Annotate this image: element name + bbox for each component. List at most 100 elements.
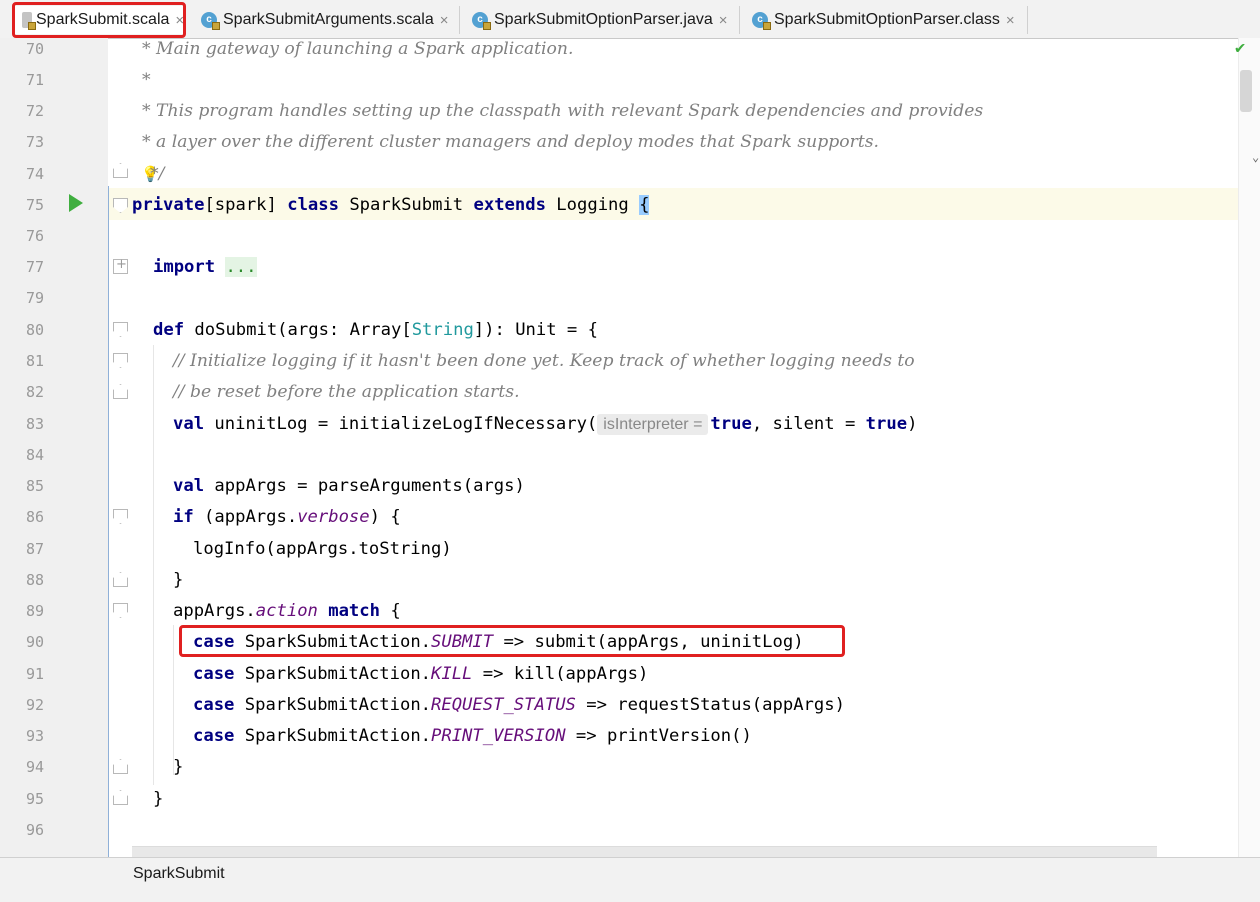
code-text: => printVersion(): [565, 726, 752, 746]
line-number: 73: [25, 133, 44, 151]
breadcrumb[interactable]: SparkSubmit: [133, 865, 225, 883]
line-number: 81: [25, 352, 44, 370]
line-number: 74: [25, 165, 44, 183]
horizontal-scrollbar[interactable]: [132, 846, 1157, 857]
keyword: val: [173, 414, 205, 434]
tab-label: SparkSubmitOptionParser.java: [494, 11, 713, 28]
code-line-86: if (appArgs.verbose) {: [173, 502, 401, 533]
keyword: case: [193, 695, 235, 715]
code-text: SparkSubmitAction.: [234, 664, 432, 684]
tab-sparksubmitarguments-scala[interactable]: c SparkSubmitArguments.scala ×: [193, 6, 460, 34]
line-number: 76: [25, 227, 44, 245]
code-line-91: case SparkSubmitAction.KILL => kill(appA…: [193, 659, 648, 690]
constant-name: KILL: [431, 664, 473, 684]
code-text: uninitLog = initializeLogIfNecessary(: [204, 414, 598, 434]
fold-marker[interactable]: [113, 790, 128, 805]
fold-marker[interactable]: [113, 322, 128, 337]
code-text: , silent =: [751, 414, 866, 434]
tab-sparksubmit-scala[interactable]: SparkSubmit.scala ×: [14, 6, 186, 34]
keyword: val: [173, 476, 205, 496]
code-line-95: }: [153, 784, 163, 815]
code-text: appArgs = parseArguments(args): [204, 476, 525, 496]
line-number: 75: [25, 196, 44, 214]
line-number: 96: [25, 821, 44, 839]
comment: * Main gateway of launching a Spark appl…: [142, 39, 574, 59]
code-text: SparkSubmitAction.: [234, 632, 432, 652]
line-number: 95: [25, 790, 44, 808]
code-line-89: appArgs.action match {: [173, 596, 401, 627]
line-number: 79: [25, 289, 44, 307]
code-line-77: import ...: [153, 252, 257, 283]
constant-name: PRINT_VERSION: [431, 726, 566, 746]
tab-sparksubmitoptionparser-java[interactable]: c SparkSubmitOptionParser.java ×: [464, 6, 740, 34]
scala-file-icon: [22, 12, 36, 30]
code-line-72: * This program handles setting up the cl…: [142, 96, 983, 127]
expand-fold-icon[interactable]: [113, 257, 128, 274]
breadcrumb-bar: SparkSubmit: [0, 857, 1260, 902]
line-number: 84: [25, 446, 44, 464]
code-text: doSubmit(args: Array[: [184, 320, 412, 340]
comment: */: [150, 164, 165, 184]
close-icon[interactable]: ×: [440, 12, 449, 29]
line-number: 89: [25, 602, 44, 620]
code-editor[interactable]: * Main gateway of launching a Spark appl…: [128, 38, 1238, 857]
code-text: SparkSubmitAction.: [234, 695, 432, 715]
chevron-down-icon: ⌄: [1252, 150, 1260, 164]
class-icon: c: [752, 12, 771, 30]
keyword: private: [132, 195, 205, 215]
code-line-94: }: [173, 752, 183, 783]
code-line-90: case SparkSubmitAction.SUBMIT => submit(…: [193, 627, 804, 658]
close-icon[interactable]: ×: [175, 12, 184, 29]
gutter-separator: [108, 186, 109, 858]
fold-marker[interactable]: [113, 759, 128, 774]
code-text: ]): Unit = {: [473, 320, 598, 340]
keyword: match: [317, 601, 380, 621]
fold-marker[interactable]: [113, 163, 128, 178]
code-text: {: [379, 601, 401, 621]
fold-marker[interactable]: [113, 384, 128, 399]
fold-marker[interactable]: [113, 603, 128, 618]
type-name: String: [411, 320, 474, 340]
class-icon: c: [201, 12, 220, 30]
field-name: verbose: [297, 507, 370, 527]
code-text: SparkSubmitAction.: [234, 726, 432, 746]
scrollbar-thumb[interactable]: [1240, 70, 1252, 112]
code-text: logInfo(appArgs.toString): [193, 539, 452, 559]
code-line-87: logInfo(appArgs.toString): [193, 534, 452, 565]
line-number: 86: [25, 508, 44, 526]
code-line-80: def doSubmit(args: Array[String]): Unit …: [153, 315, 598, 346]
code-text: SparkSubmit: [338, 195, 474, 215]
keyword: case: [193, 632, 235, 652]
close-icon[interactable]: ×: [1006, 12, 1015, 29]
fold-marker[interactable]: [113, 572, 128, 587]
tab-sparksubmitoptionparser-class[interactable]: c SparkSubmitOptionParser.class ×: [744, 6, 1028, 34]
line-number: 88: [25, 571, 44, 589]
code-line-71: *: [142, 65, 151, 96]
keyword: extends: [473, 195, 546, 215]
matched-brace: {: [639, 195, 650, 215]
keyword: if: [173, 507, 194, 527]
code-line-74: */: [150, 159, 164, 190]
close-icon[interactable]: ×: [719, 12, 728, 29]
line-number: 85: [25, 477, 44, 495]
folded-imports[interactable]: ...: [225, 257, 257, 277]
line-number: 72: [25, 102, 44, 120]
run-icon[interactable]: [69, 194, 83, 212]
field-name: action: [255, 601, 318, 621]
comment: *: [142, 70, 151, 90]
code-text: }: [153, 789, 164, 809]
keyword: true: [865, 414, 908, 434]
constant-name: SUBMIT: [431, 632, 494, 652]
fold-marker[interactable]: [113, 509, 128, 524]
fold-marker[interactable]: [113, 353, 128, 368]
code-line-88: }: [173, 565, 183, 596]
line-number: 80: [25, 321, 44, 339]
code-text: appArgs.: [173, 601, 256, 621]
line-number: 94: [25, 758, 44, 776]
code-line-73: * a layer over the different cluster man…: [142, 127, 879, 158]
code-line-82: // be reset before the application start…: [173, 377, 520, 408]
keyword: true: [710, 414, 752, 434]
code-text: [spark]: [204, 195, 288, 215]
line-number: 93: [25, 727, 44, 745]
class-icon: c: [472, 12, 491, 30]
